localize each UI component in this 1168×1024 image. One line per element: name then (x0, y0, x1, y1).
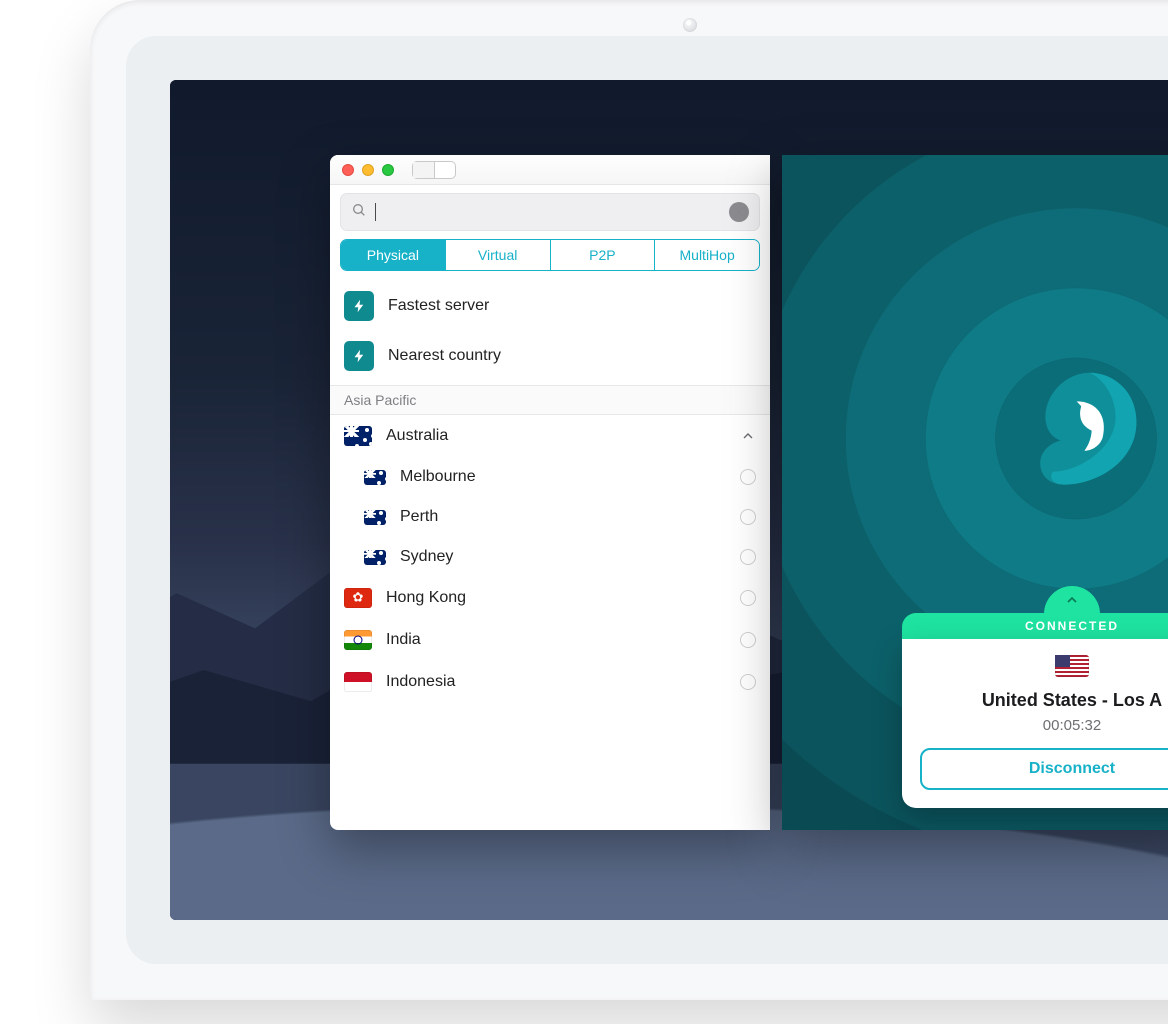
tab-physical[interactable]: Physical (341, 240, 446, 270)
country-row-hong-kong[interactable]: Hong Kong (330, 577, 770, 619)
city-row-perth[interactable]: Perth (330, 497, 770, 537)
flag-icon-us (1055, 655, 1089, 677)
vpn-app-window: Physical Virtual P2P MultiHop Fastest se… (330, 155, 770, 830)
country-label: Hong Kong (386, 589, 466, 607)
flag-icon-au (364, 510, 386, 525)
flag-icon-au (344, 426, 372, 446)
city-label: Perth (400, 508, 438, 526)
bolt-icon (344, 291, 374, 321)
server-type-tabs: Physical Virtual P2P MultiHop (340, 239, 760, 271)
view-toggle[interactable] (412, 161, 456, 179)
country-label: Australia (386, 427, 448, 445)
text-cursor (375, 203, 376, 221)
radio-unselected[interactable] (740, 590, 756, 606)
tab-multihop[interactable]: MultiHop (655, 240, 759, 270)
city-label: Sydney (400, 548, 453, 566)
country-row-india[interactable]: India (330, 619, 770, 661)
fastest-server-label: Fastest server (388, 297, 489, 315)
disconnect-button[interactable]: Disconnect (920, 748, 1168, 790)
connected-location: United States - Los A (920, 690, 1168, 711)
country-row-indonesia[interactable]: Indonesia (330, 661, 770, 703)
city-row-sydney[interactable]: Sydney (330, 537, 770, 577)
radio-unselected[interactable] (740, 509, 756, 525)
search-input[interactable] (340, 193, 760, 231)
close-window-button[interactable] (342, 164, 354, 176)
country-row-australia[interactable]: Australia (330, 415, 770, 457)
connection-panel: CONNECTED United States - Los A 00:05:32… (782, 155, 1168, 830)
flag-icon-au (364, 470, 386, 485)
flag-icon-id (344, 672, 372, 692)
tab-virtual[interactable]: Virtual (446, 240, 551, 270)
zoom-window-button[interactable] (382, 164, 394, 176)
window-titlebar (330, 155, 770, 185)
brand-logo (1022, 365, 1152, 495)
chevron-up-icon (740, 428, 756, 444)
traffic-lights (342, 164, 394, 176)
tab-p2p[interactable]: P2P (551, 240, 656, 270)
clear-search-button[interactable] (729, 202, 749, 222)
section-header: Asia Pacific (330, 385, 770, 415)
country-label: India (386, 631, 421, 649)
flag-icon-au (364, 550, 386, 565)
city-row-melbourne[interactable]: Melbourne (330, 457, 770, 497)
radio-unselected[interactable] (740, 469, 756, 485)
nearest-country-label: Nearest country (388, 347, 501, 365)
nearest-country-button[interactable]: Nearest country (330, 331, 770, 381)
city-label: Melbourne (400, 468, 476, 486)
connection-timer: 00:05:32 (920, 717, 1168, 734)
laptop-camera (683, 18, 697, 32)
flag-icon-hk (344, 588, 372, 608)
radio-unselected[interactable] (740, 674, 756, 690)
connection-card: CONNECTED United States - Los A 00:05:32… (902, 586, 1168, 808)
flag-icon-in (344, 630, 372, 650)
radio-unselected[interactable] (740, 549, 756, 565)
search-icon (351, 202, 367, 223)
connection-status-badge: CONNECTED (902, 613, 1168, 639)
expand-card-button[interactable] (1044, 586, 1100, 614)
country-label: Indonesia (386, 673, 455, 691)
minimize-window-button[interactable] (362, 164, 374, 176)
radio-unselected[interactable] (740, 632, 756, 648)
fastest-server-button[interactable]: Fastest server (330, 281, 770, 331)
bolt-icon (344, 341, 374, 371)
